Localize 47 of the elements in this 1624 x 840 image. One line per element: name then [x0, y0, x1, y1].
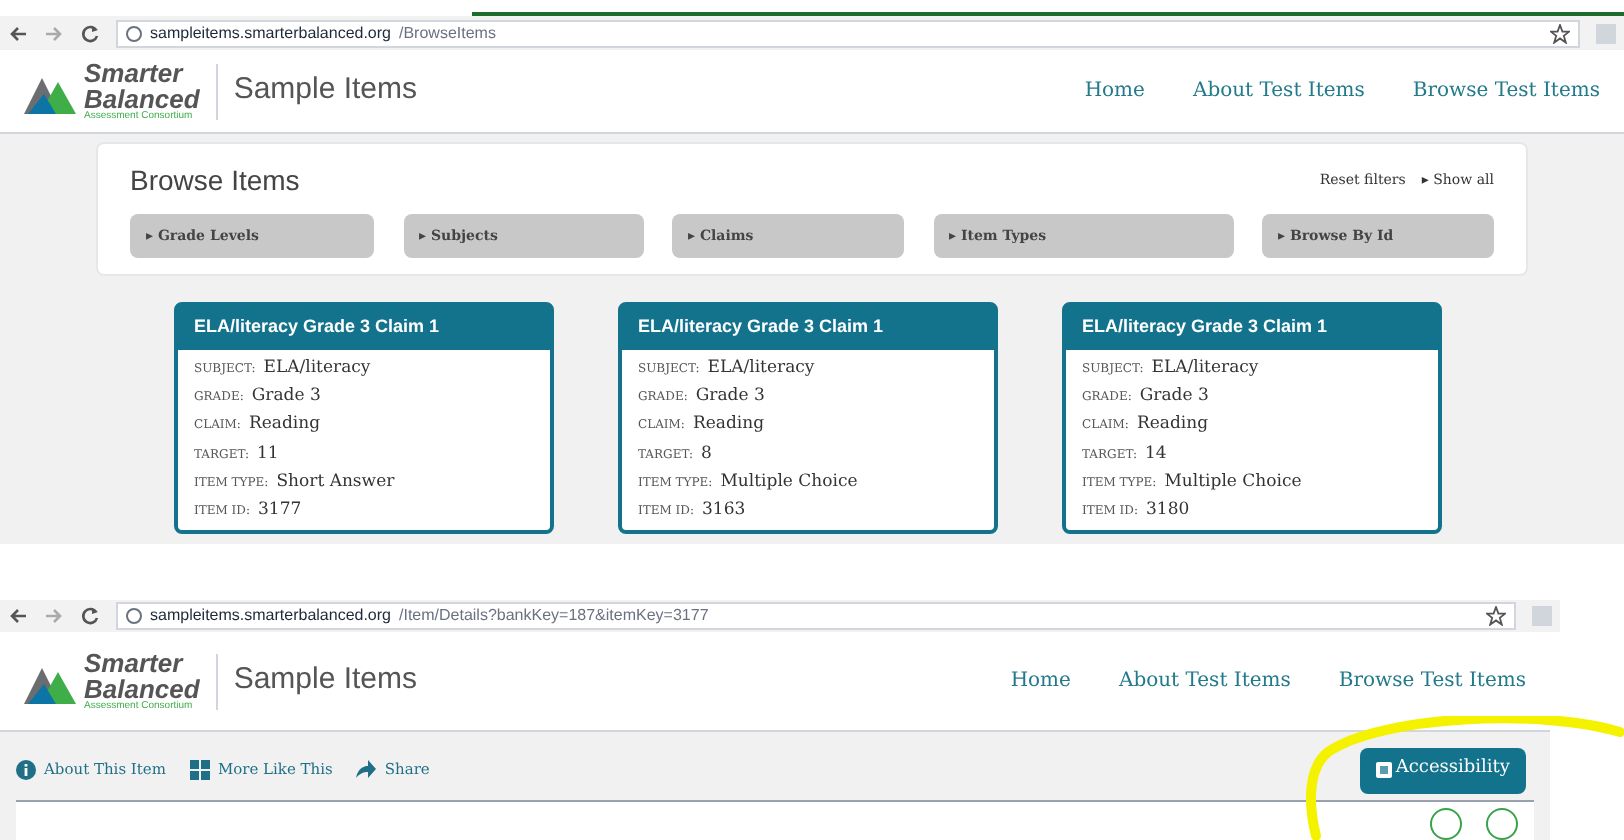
address-field[interactable]: sampleitems.smarterbalanced.org /Item/Details?bankKey=187&itemKey=3177: [116, 602, 1516, 630]
logo-text: Smarter: [84, 650, 186, 676]
card-title: ELA/literacy Grade 3 Claim 1: [622, 306, 994, 350]
field-value: 11: [257, 441, 279, 467]
grid-icon: [189, 760, 210, 780]
address-field[interactable]: sampleitems.smarterbalanced.org /BrowseItems: [116, 19, 1580, 47]
field-value: Reading: [248, 412, 321, 439]
reload-icon[interactable]: [80, 23, 100, 43]
field-value: ELA/literacy: [1151, 355, 1259, 382]
back-icon[interactable]: [8, 23, 28, 43]
field-value: Multiple Choice: [1164, 469, 1302, 496]
field-value: Grade 3: [695, 384, 765, 410]
field-value: Reading: [692, 412, 765, 439]
field-value: Short Answer: [276, 469, 395, 496]
nav-link[interactable]: Browse Test Items: [1412, 76, 1600, 106]
nav-link[interactable]: About Test Items: [1118, 666, 1291, 696]
field-value: 3180: [1146, 498, 1190, 524]
star-icon[interactable]: [1486, 606, 1506, 626]
field-value: ELA/literacy: [707, 355, 815, 382]
field-value: ELA/literacy: [263, 355, 371, 382]
nav-link[interactable]: Browse Test Items: [1338, 666, 1526, 696]
field-value: Reading: [1136, 412, 1209, 439]
field-value: 14: [1145, 441, 1167, 467]
accessibility-button[interactable]: Accessibility: [1359, 747, 1526, 793]
checkbox-icon: [1375, 762, 1392, 778]
share-icon: [356, 760, 377, 780]
info-icon: [16, 760, 36, 780]
site-title: Sample Items: [233, 70, 418, 111]
panel-title: Browse Items: [130, 162, 300, 200]
reload-icon[interactable]: [80, 606, 100, 626]
nav-link[interactable]: Home: [1010, 666, 1071, 696]
card-title: ELA/literacy Grade 3 Claim 1: [178, 306, 550, 350]
field-value: 8: [701, 441, 712, 467]
star-icon[interactable]: [1550, 23, 1570, 43]
back-icon[interactable]: [8, 606, 28, 626]
nav-link[interactable]: Home: [1084, 76, 1145, 106]
field-value: Multiple Choice: [720, 469, 858, 496]
field-value: 3163: [702, 498, 746, 524]
nav-link[interactable]: About Test Items: [1192, 76, 1365, 106]
field-value: Grade 3: [1139, 384, 1209, 410]
logo-text: Smarter: [84, 60, 186, 86]
logo-text: Balanced: [84, 86, 200, 112]
site-title: Sample Items: [233, 660, 418, 701]
logo-text: Balanced: [84, 676, 200, 702]
field-value: Grade 3: [251, 384, 321, 410]
field-value: 3177: [258, 498, 302, 524]
card-title: ELA/literacy Grade 3 Claim 1: [1066, 306, 1438, 350]
